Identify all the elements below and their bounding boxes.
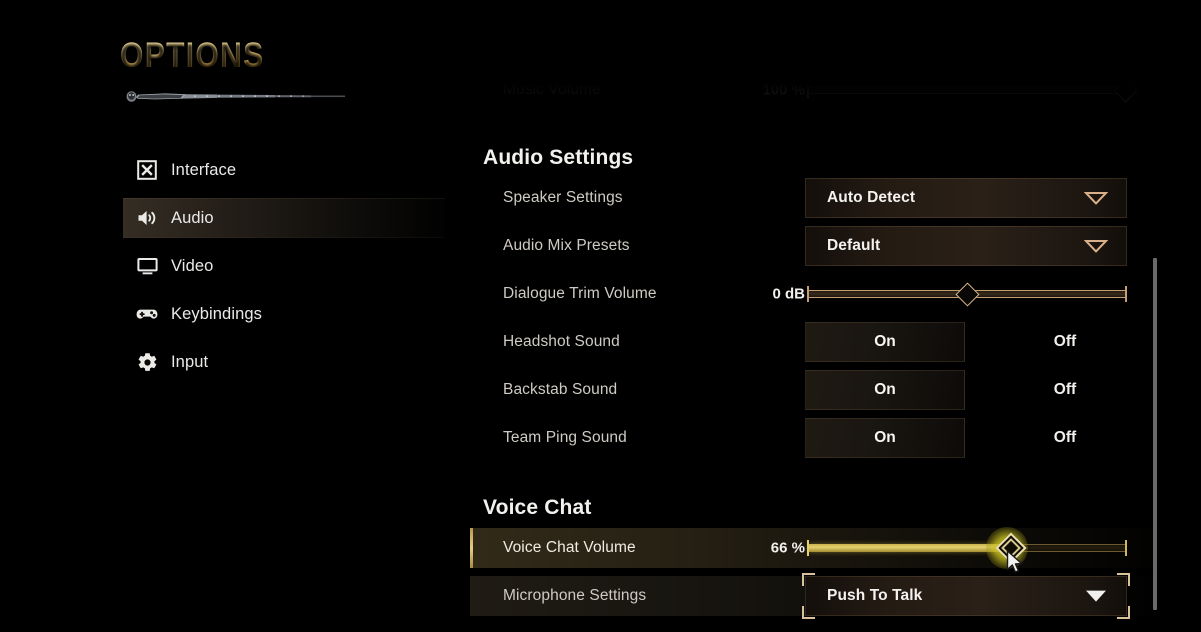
- backstab-sound-off-button[interactable]: Off: [985, 370, 1145, 410]
- sidebar-item-label: Keybindings: [171, 304, 262, 323]
- chevron-down-icon: [1084, 240, 1108, 253]
- sidebar-item-keybindings[interactable]: Keybindings: [123, 294, 445, 334]
- toggle-off-label: Off: [1053, 381, 1077, 398]
- section-title-audio-settings: Audio Settings: [483, 146, 634, 169]
- slider-cap-right: [1125, 540, 1127, 556]
- voice-chat-volume-slider[interactable]: [807, 527, 1127, 573]
- options-sidebar: Interface Audio Video Keybindings Input: [123, 150, 445, 390]
- dialogue-trim-volume-slider[interactable]: [807, 281, 1127, 307]
- slider-handle[interactable]: [995, 532, 1027, 564]
- toggle-on-label: On: [874, 381, 896, 398]
- row-label: Voice Chat Volume: [503, 539, 636, 556]
- monitor-icon: [136, 255, 158, 277]
- section-title-voice-chat: Voice Chat: [483, 496, 592, 519]
- row-audio-mix-presets[interactable]: Audio Mix Presets Default: [470, 226, 1160, 266]
- audio-mix-presets-dropdown[interactable]: Default: [805, 226, 1127, 266]
- sidebar-item-input[interactable]: Input: [123, 342, 445, 382]
- row-label: Microphone Settings: [503, 587, 647, 604]
- dropdown-value: Auto Detect: [827, 189, 916, 206]
- dropdown-value: Push To Talk: [827, 587, 923, 604]
- gamepad-icon: [136, 303, 158, 325]
- team-ping-sound-on-button[interactable]: On: [805, 418, 965, 458]
- row-label: Speaker Settings: [503, 189, 623, 206]
- speaker-icon: [136, 207, 158, 229]
- slider-cap-right: [1125, 286, 1127, 302]
- chevron-down-icon: [1086, 590, 1106, 602]
- vertical-scrollbar-thumb[interactable]: [1153, 258, 1157, 610]
- interface-icon: [136, 159, 158, 181]
- speaker-settings-dropdown[interactable]: Auto Detect: [805, 178, 1127, 218]
- sidebar-item-label: Audio: [171, 208, 214, 227]
- row-label: Team Ping Sound: [503, 429, 627, 446]
- sidebar-item-video[interactable]: Video: [123, 246, 445, 286]
- team-ping-sound-off-button[interactable]: Off: [985, 418, 1145, 458]
- row-voice-chat-volume[interactable]: Voice Chat Volume 66 %: [470, 527, 1160, 573]
- row-speaker-settings[interactable]: Speaker Settings Auto Detect: [470, 178, 1160, 218]
- focus-corner-bottom-left: [802, 606, 815, 619]
- headshot-sound-off-button[interactable]: Off: [985, 322, 1145, 362]
- slider-track: [809, 86, 1125, 94]
- toggle-on-label: On: [874, 333, 896, 350]
- row-headshot-sound[interactable]: Headshot Sound On Off: [470, 322, 1160, 362]
- row-microphone-settings[interactable]: Microphone Settings Push To Talk: [470, 573, 1160, 619]
- slider-track-fill: [809, 544, 1007, 552]
- row-value: 66 %: [770, 539, 805, 557]
- row-selection-accent: [470, 528, 473, 568]
- row-value: 100 %: [762, 81, 805, 99]
- row-backstab-sound[interactable]: Backstab Sound On Off: [470, 370, 1160, 410]
- gear-icon: [136, 351, 158, 373]
- sidebar-item-label: Interface: [171, 160, 237, 179]
- focus-corner-top-right: [1117, 573, 1130, 586]
- sword-divider-icon: [126, 91, 345, 102]
- chevron-down-icon: [1084, 192, 1108, 205]
- row-label: Headshot Sound: [503, 333, 620, 350]
- toggle-off-label: Off: [1053, 429, 1077, 446]
- focus-corner-top-left: [802, 573, 815, 586]
- backstab-sound-on-button[interactable]: On: [805, 370, 965, 410]
- settings-content: Music Volume 100 % Audio Settings Speake…: [470, 70, 1160, 624]
- row-value: 0 dB: [772, 285, 805, 303]
- focus-corner-bottom-right: [1117, 606, 1130, 619]
- sidebar-item-label: Input: [171, 352, 209, 371]
- row-dialogue-trim-volume[interactable]: Dialogue Trim Volume 0 dB: [470, 274, 1160, 314]
- row-label: Audio Mix Presets: [503, 237, 630, 254]
- row-team-ping-sound[interactable]: Team Ping Sound On Off: [470, 418, 1160, 458]
- slider-handle[interactable]: [1112, 77, 1138, 103]
- row-label: Dialogue Trim Volume: [503, 285, 657, 302]
- settings-scroll-area: Music Volume 100 % Audio Settings Speake…: [470, 70, 1160, 632]
- sidebar-item-label: Video: [171, 256, 214, 275]
- headshot-sound-on-button[interactable]: On: [805, 322, 965, 362]
- toggle-on-label: On: [874, 429, 896, 446]
- page-title: OPTIONS: [120, 38, 481, 73]
- sidebar-item-audio[interactable]: Audio: [123, 198, 445, 238]
- dropdown-value: Default: [827, 237, 881, 254]
- sidebar-item-interface[interactable]: Interface: [123, 150, 445, 190]
- microphone-settings-dropdown[interactable]: Push To Talk: [802, 573, 1130, 619]
- slider-handle[interactable]: [954, 281, 980, 307]
- row-music-volume[interactable]: Music Volume 100 %: [470, 70, 1160, 110]
- toggle-off-label: Off: [1053, 333, 1077, 350]
- row-label: Backstab Sound: [503, 381, 618, 398]
- music-volume-slider[interactable]: [807, 77, 1138, 103]
- row-label: Music Volume: [503, 81, 601, 98]
